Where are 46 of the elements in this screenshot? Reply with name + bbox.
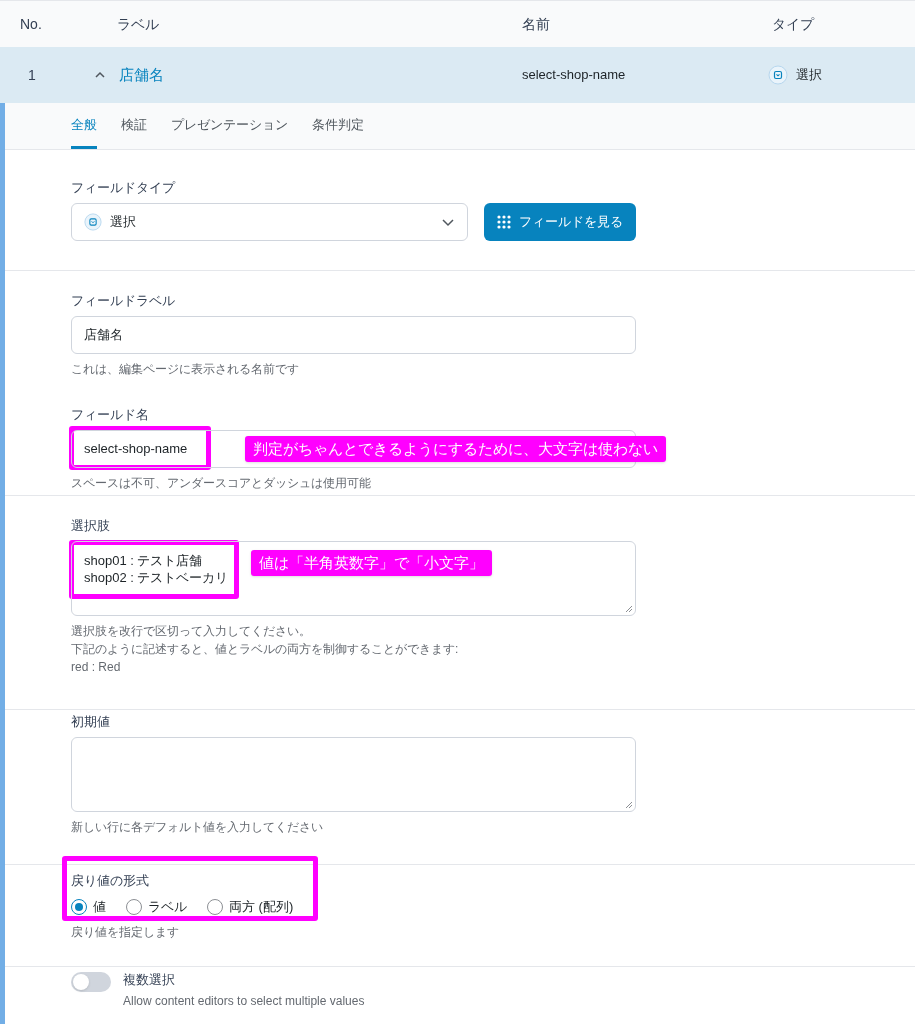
select-value: 選択 xyxy=(110,213,137,232)
row-number: 1 xyxy=(27,66,36,85)
help-text: 新しい行に各デフォルト値を入力してください xyxy=(71,820,324,835)
toggle-switch[interactable] xyxy=(71,972,111,992)
select-dropdown[interactable]: 選択 xyxy=(71,203,468,241)
resize-handle-icon[interactable] xyxy=(625,801,633,809)
grid-icon xyxy=(497,215,511,229)
table-row[interactable]: 1 店舗名 select-shop-name 選択 xyxy=(0,47,915,103)
input-field[interactable]: 店舗名 xyxy=(71,316,636,354)
help-text: Allow content editors to select multiple values xyxy=(123,992,365,1009)
annotation-tooltip: 値は「半角英数字」で「小文字」 xyxy=(251,550,492,576)
help-text: 戻り値を指定します xyxy=(71,924,180,940)
field-label: 戻り値の形式 xyxy=(71,873,150,889)
browse-fields-button[interactable]: フィールドを見る xyxy=(484,203,636,241)
field-label: フィールドラベル xyxy=(71,293,176,309)
help-text: これは、編集ページに表示される名前です xyxy=(71,362,300,377)
table-cell-text: 選択 xyxy=(796,65,822,84)
tab[interactable]: 全般 xyxy=(71,103,97,149)
toggle-label: 複数選択 xyxy=(123,971,176,989)
column-header: ラベル xyxy=(117,15,160,34)
textarea-line: shop02 : テストベーカリ xyxy=(84,569,229,586)
field-label: 選択肢 xyxy=(71,518,111,534)
help-text: red : Red xyxy=(71,660,122,675)
tab[interactable]: 条件判定 xyxy=(312,103,364,149)
radio-option[interactable]: 値 xyxy=(71,897,106,917)
help-text: 下記のように記述すると、値とラベルの両方を制御することができます: xyxy=(71,642,460,657)
help-text: 選択肢を改行で区切って入力してください。 xyxy=(71,624,312,639)
field-label-link[interactable]: 店舗名 xyxy=(119,64,164,86)
textarea-line: shop01 : テスト店舗 xyxy=(84,552,203,569)
resize-handle-icon[interactable] xyxy=(625,605,633,613)
table-cell-text: select-shop-name xyxy=(522,65,627,84)
radio-option[interactable]: 両方 (配列) xyxy=(207,897,294,917)
textarea-field[interactable] xyxy=(71,737,636,812)
field-label: フィールドタイプ xyxy=(71,180,177,196)
column-header: タイプ xyxy=(772,15,816,34)
select-icon xyxy=(84,213,102,231)
column-header: 名前 xyxy=(522,15,551,34)
radio-option[interactable]: ラベル xyxy=(126,897,187,917)
tab[interactable]: 検証 xyxy=(121,103,147,149)
field-label: 初期値 xyxy=(71,714,111,730)
column-header: No. xyxy=(20,15,43,34)
help-text: スペースは不可、アンダースコアとダッシュは使用可能 xyxy=(71,476,372,491)
annotation-tooltip: 判定がちゃんとできるようにするために、大文字は使わない xyxy=(245,436,666,462)
tab[interactable]: プレゼンテーション xyxy=(171,103,288,149)
field-label: フィールド名 xyxy=(71,407,150,423)
select-icon xyxy=(768,65,788,85)
